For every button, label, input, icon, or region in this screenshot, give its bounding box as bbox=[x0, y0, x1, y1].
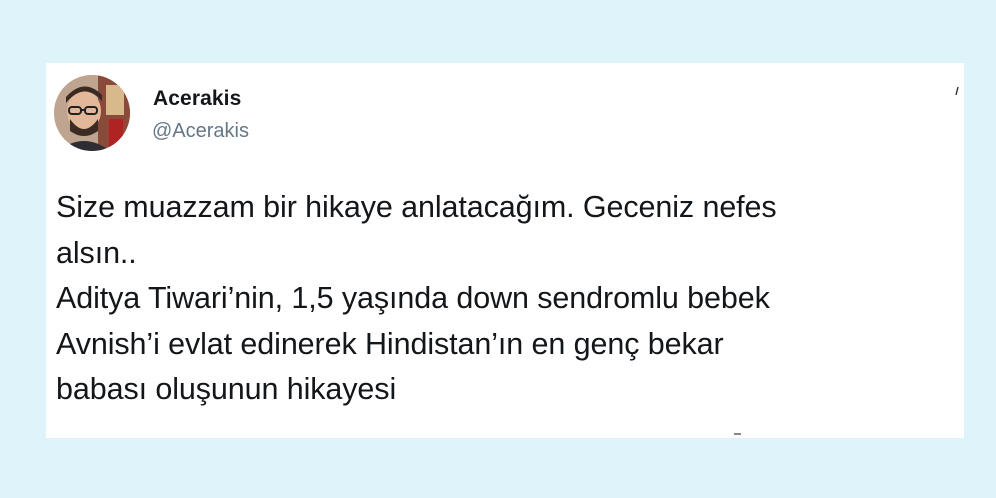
user-handle[interactable]: @Acerakis bbox=[152, 120, 249, 143]
display-name[interactable]: Acerakis bbox=[153, 87, 241, 111]
footer-divider bbox=[734, 433, 741, 435]
avatar[interactable] bbox=[54, 75, 130, 151]
tweet-text: Size muazzam bir hikaye anlatacağım. Gec… bbox=[56, 190, 777, 406]
avatar-photo bbox=[54, 75, 130, 151]
caret-down-icon[interactable] bbox=[955, 87, 959, 95]
tweet-card: Acerakis @Acerakis Size muazzam bir hika… bbox=[46, 63, 964, 438]
